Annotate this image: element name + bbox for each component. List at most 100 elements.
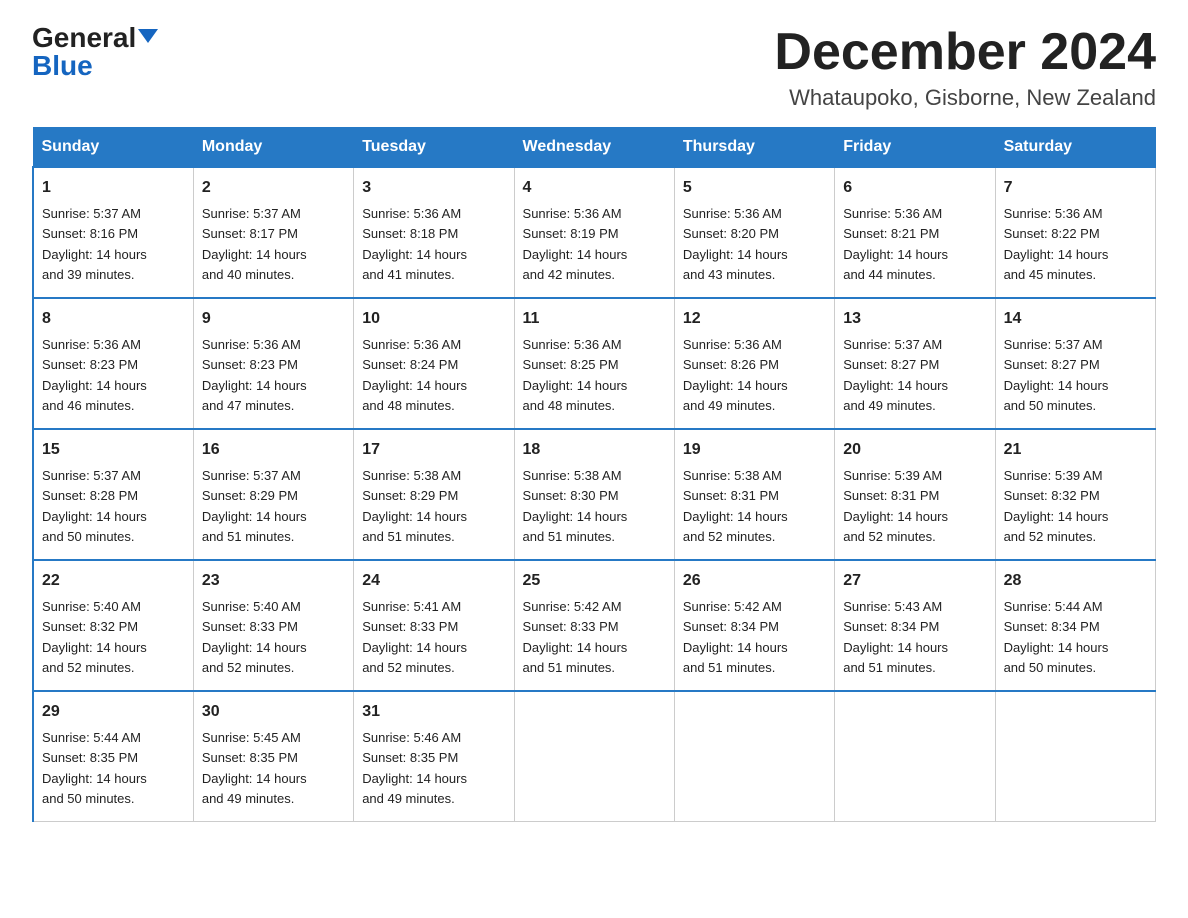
calendar-cell: 4 Sunrise: 5:36 AMSunset: 8:19 PMDayligh… <box>514 167 674 298</box>
calendar-cell: 23 Sunrise: 5:40 AMSunset: 8:33 PMDaylig… <box>193 560 353 691</box>
day-number: 1 <box>42 176 185 200</box>
weekday-header-row: SundayMondayTuesdayWednesdayThursdayFrid… <box>33 128 1156 168</box>
day-number: 13 <box>843 307 986 331</box>
calendar-cell: 15 Sunrise: 5:37 AMSunset: 8:28 PMDaylig… <box>33 429 193 560</box>
day-info: Sunrise: 5:36 AMSunset: 8:24 PMDaylight:… <box>362 337 467 413</box>
calendar-cell: 16 Sunrise: 5:37 AMSunset: 8:29 PMDaylig… <box>193 429 353 560</box>
weekday-header-monday: Monday <box>193 128 353 168</box>
day-number: 4 <box>523 176 666 200</box>
month-title: December 2024 <box>774 24 1156 81</box>
day-number: 30 <box>202 700 345 724</box>
logo-line1: General <box>32 24 158 52</box>
calendar-cell: 9 Sunrise: 5:36 AMSunset: 8:23 PMDayligh… <box>193 298 353 429</box>
calendar-cell: 11 Sunrise: 5:36 AMSunset: 8:25 PMDaylig… <box>514 298 674 429</box>
day-info: Sunrise: 5:39 AMSunset: 8:31 PMDaylight:… <box>843 468 948 544</box>
weekday-header-thursday: Thursday <box>674 128 834 168</box>
day-number: 14 <box>1004 307 1147 331</box>
day-info: Sunrise: 5:46 AMSunset: 8:35 PMDaylight:… <box>362 730 467 806</box>
calendar-cell: 8 Sunrise: 5:36 AMSunset: 8:23 PMDayligh… <box>33 298 193 429</box>
calendar-cell: 27 Sunrise: 5:43 AMSunset: 8:34 PMDaylig… <box>835 560 995 691</box>
day-info: Sunrise: 5:39 AMSunset: 8:32 PMDaylight:… <box>1004 468 1109 544</box>
day-info: Sunrise: 5:37 AMSunset: 8:16 PMDaylight:… <box>42 206 147 282</box>
logo-triangle-icon <box>138 29 158 43</box>
weekday-header-friday: Friday <box>835 128 995 168</box>
calendar-cell <box>514 691 674 822</box>
calendar-cell: 7 Sunrise: 5:36 AMSunset: 8:22 PMDayligh… <box>995 167 1155 298</box>
calendar-cell: 18 Sunrise: 5:38 AMSunset: 8:30 PMDaylig… <box>514 429 674 560</box>
week-row-4: 22 Sunrise: 5:40 AMSunset: 8:32 PMDaylig… <box>33 560 1156 691</box>
day-number: 17 <box>362 438 505 462</box>
day-info: Sunrise: 5:36 AMSunset: 8:22 PMDaylight:… <box>1004 206 1109 282</box>
calendar-cell: 14 Sunrise: 5:37 AMSunset: 8:27 PMDaylig… <box>995 298 1155 429</box>
day-number: 10 <box>362 307 505 331</box>
day-info: Sunrise: 5:44 AMSunset: 8:34 PMDaylight:… <box>1004 599 1109 675</box>
day-info: Sunrise: 5:38 AMSunset: 8:30 PMDaylight:… <box>523 468 628 544</box>
day-number: 26 <box>683 569 826 593</box>
calendar-cell: 31 Sunrise: 5:46 AMSunset: 8:35 PMDaylig… <box>354 691 514 822</box>
day-number: 18 <box>523 438 666 462</box>
day-number: 5 <box>683 176 826 200</box>
calendar-cell: 12 Sunrise: 5:36 AMSunset: 8:26 PMDaylig… <box>674 298 834 429</box>
day-number: 29 <box>42 700 185 724</box>
weekday-header-tuesday: Tuesday <box>354 128 514 168</box>
calendar-cell: 20 Sunrise: 5:39 AMSunset: 8:31 PMDaylig… <box>835 429 995 560</box>
day-info: Sunrise: 5:36 AMSunset: 8:20 PMDaylight:… <box>683 206 788 282</box>
day-info: Sunrise: 5:37 AMSunset: 8:29 PMDaylight:… <box>202 468 307 544</box>
day-info: Sunrise: 5:37 AMSunset: 8:17 PMDaylight:… <box>202 206 307 282</box>
day-number: 27 <box>843 569 986 593</box>
calendar-cell: 17 Sunrise: 5:38 AMSunset: 8:29 PMDaylig… <box>354 429 514 560</box>
day-number: 7 <box>1004 176 1147 200</box>
day-info: Sunrise: 5:36 AMSunset: 8:26 PMDaylight:… <box>683 337 788 413</box>
day-number: 23 <box>202 569 345 593</box>
title-block: December 2024 Whataupoko, Gisborne, New … <box>774 24 1156 111</box>
day-info: Sunrise: 5:36 AMSunset: 8:19 PMDaylight:… <box>523 206 628 282</box>
logo-line2: Blue <box>32 52 93 80</box>
day-info: Sunrise: 5:45 AMSunset: 8:35 PMDaylight:… <box>202 730 307 806</box>
day-info: Sunrise: 5:38 AMSunset: 8:29 PMDaylight:… <box>362 468 467 544</box>
day-info: Sunrise: 5:42 AMSunset: 8:34 PMDaylight:… <box>683 599 788 675</box>
calendar-cell: 10 Sunrise: 5:36 AMSunset: 8:24 PMDaylig… <box>354 298 514 429</box>
day-number: 2 <box>202 176 345 200</box>
calendar-cell: 19 Sunrise: 5:38 AMSunset: 8:31 PMDaylig… <box>674 429 834 560</box>
calendar-cell: 28 Sunrise: 5:44 AMSunset: 8:34 PMDaylig… <box>995 560 1155 691</box>
day-number: 9 <box>202 307 345 331</box>
calendar-cell: 21 Sunrise: 5:39 AMSunset: 8:32 PMDaylig… <box>995 429 1155 560</box>
calendar-cell: 24 Sunrise: 5:41 AMSunset: 8:33 PMDaylig… <box>354 560 514 691</box>
week-row-3: 15 Sunrise: 5:37 AMSunset: 8:28 PMDaylig… <box>33 429 1156 560</box>
weekday-header-saturday: Saturday <box>995 128 1155 168</box>
day-number: 21 <box>1004 438 1147 462</box>
week-row-5: 29 Sunrise: 5:44 AMSunset: 8:35 PMDaylig… <box>33 691 1156 822</box>
day-info: Sunrise: 5:37 AMSunset: 8:27 PMDaylight:… <box>1004 337 1109 413</box>
logo: General Blue <box>32 24 158 80</box>
calendar-cell: 3 Sunrise: 5:36 AMSunset: 8:18 PMDayligh… <box>354 167 514 298</box>
day-number: 12 <box>683 307 826 331</box>
calendar-table: SundayMondayTuesdayWednesdayThursdayFrid… <box>32 127 1156 822</box>
calendar-cell: 5 Sunrise: 5:36 AMSunset: 8:20 PMDayligh… <box>674 167 834 298</box>
day-number: 15 <box>42 438 185 462</box>
day-number: 22 <box>42 569 185 593</box>
day-number: 25 <box>523 569 666 593</box>
weekday-header-sunday: Sunday <box>33 128 193 168</box>
week-row-2: 8 Sunrise: 5:36 AMSunset: 8:23 PMDayligh… <box>33 298 1156 429</box>
day-info: Sunrise: 5:36 AMSunset: 8:23 PMDaylight:… <box>202 337 307 413</box>
week-row-1: 1 Sunrise: 5:37 AMSunset: 8:16 PMDayligh… <box>33 167 1156 298</box>
day-number: 28 <box>1004 569 1147 593</box>
calendar-cell: 26 Sunrise: 5:42 AMSunset: 8:34 PMDaylig… <box>674 560 834 691</box>
day-info: Sunrise: 5:41 AMSunset: 8:33 PMDaylight:… <box>362 599 467 675</box>
calendar-cell: 13 Sunrise: 5:37 AMSunset: 8:27 PMDaylig… <box>835 298 995 429</box>
day-number: 3 <box>362 176 505 200</box>
day-number: 31 <box>362 700 505 724</box>
day-info: Sunrise: 5:36 AMSunset: 8:25 PMDaylight:… <box>523 337 628 413</box>
calendar-cell <box>995 691 1155 822</box>
calendar-cell: 29 Sunrise: 5:44 AMSunset: 8:35 PMDaylig… <box>33 691 193 822</box>
calendar-cell: 2 Sunrise: 5:37 AMSunset: 8:17 PMDayligh… <box>193 167 353 298</box>
day-info: Sunrise: 5:36 AMSunset: 8:18 PMDaylight:… <box>362 206 467 282</box>
weekday-header-wednesday: Wednesday <box>514 128 674 168</box>
day-info: Sunrise: 5:43 AMSunset: 8:34 PMDaylight:… <box>843 599 948 675</box>
calendar-cell <box>835 691 995 822</box>
day-number: 20 <box>843 438 986 462</box>
calendar-cell: 6 Sunrise: 5:36 AMSunset: 8:21 PMDayligh… <box>835 167 995 298</box>
day-info: Sunrise: 5:36 AMSunset: 8:23 PMDaylight:… <box>42 337 147 413</box>
day-number: 8 <box>42 307 185 331</box>
day-number: 16 <box>202 438 345 462</box>
